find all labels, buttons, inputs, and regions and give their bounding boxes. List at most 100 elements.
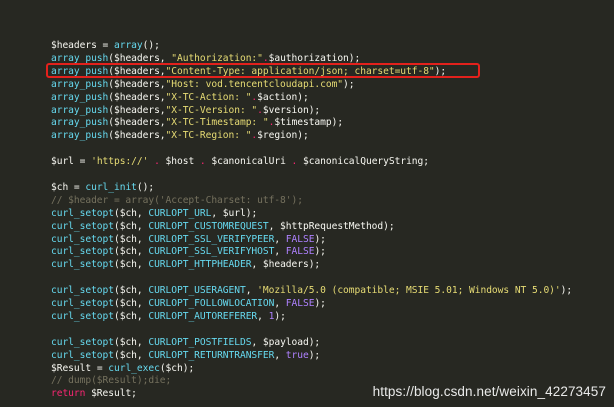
code-token: $region); xyxy=(257,130,309,142)
code-token: // dump($Result);die; xyxy=(51,375,172,387)
code-token: , $headers); xyxy=(251,259,321,271)
code-token: ); xyxy=(274,310,286,322)
code-token: , xyxy=(274,246,286,258)
code-line: array_push($headers,"X-TC-Action: ".$act… xyxy=(51,91,309,104)
highlight-annotation-box xyxy=(46,62,480,78)
code-line: curl_setopt($ch, CURLOPT_SSL_VERIFYHOST,… xyxy=(51,245,326,258)
code-token: CURLOPT_CUSTOMREQUEST xyxy=(148,220,269,232)
code-token: $url xyxy=(51,156,74,168)
code-line: array_push($headers,"Host: vod.tencentcl… xyxy=(51,78,355,91)
code-token: ($ch, xyxy=(114,285,149,297)
code-token: ($ch, xyxy=(114,336,149,348)
code-line: curl_setopt($ch, CURLOPT_RETURNTRANSFER,… xyxy=(51,349,320,362)
code-token: CURLOPT_POSTFIELDS xyxy=(148,336,252,348)
code-token: CURLOPT_AUTOREFERER xyxy=(148,310,258,322)
code-token: , $url); xyxy=(211,207,258,219)
code-token: CURLOPT_SSL_VERIFYHOST xyxy=(148,246,275,258)
code-token: ($headers, xyxy=(108,78,166,90)
code-token: return xyxy=(51,388,86,400)
code-token: , xyxy=(274,298,286,309)
code-token: array_push xyxy=(51,130,109,142)
code-editor[interactable]: $headers = array(); array_push($headers, … xyxy=(0,0,614,407)
code-token: ($ch, xyxy=(114,259,149,271)
code-token: "Host: vod.tencentcloudapi.com" xyxy=(165,78,344,90)
code-token: , xyxy=(245,285,258,297)
code-token: "X-TC-Version: " xyxy=(165,104,258,116)
code-line: curl_setopt($ch, CURLOPT_HTTPHEADER, $he… xyxy=(51,258,320,271)
code-token: curl_setopt xyxy=(51,285,114,297)
code-token: . xyxy=(194,156,212,168)
code-token: // $header = array('Accept-Charset: utf-… xyxy=(51,194,303,206)
code-token: ($headers, xyxy=(108,130,166,142)
code-token: ($ch); xyxy=(159,362,195,374)
code-token: $action); xyxy=(257,91,309,103)
code-token: , xyxy=(274,349,286,361)
code-token: , $httpRequestMethod); xyxy=(268,220,395,232)
code-token: ($ch, xyxy=(114,298,149,309)
code-token: "X-TC-Timestamp: " xyxy=(165,117,269,129)
code-token: = xyxy=(91,362,109,374)
code-token: CURLOPT_HTTPHEADER xyxy=(148,259,252,271)
code-token: CURLOPT_USERAGENT xyxy=(148,285,246,297)
code-token: ($ch, xyxy=(114,220,149,232)
code-line: $headers = array(); xyxy=(51,39,160,52)
code-token: $timestamp); xyxy=(274,117,344,129)
code-token: ($ch, xyxy=(114,246,149,258)
code-token: FALSE xyxy=(285,233,315,245)
code-line: curl_setopt($ch, CURLOPT_AUTOREFERER, 1)… xyxy=(51,310,286,323)
code-token: curl_exec xyxy=(108,362,160,374)
code-line: // $header = array('Accept-Charset: utf-… xyxy=(51,194,303,207)
code-token: ); xyxy=(314,233,326,245)
code-token: $headers xyxy=(51,40,97,51)
code-token: $canonicalQueryString; xyxy=(303,156,429,168)
code-line: curl_setopt($ch, CURLOPT_POSTFIELDS, $pa… xyxy=(51,336,320,349)
code-token: CURLOPT_URL xyxy=(148,207,212,219)
code-token: , xyxy=(274,233,286,245)
code-token: ); xyxy=(343,78,355,90)
code-token: $canonicalUri xyxy=(211,156,286,168)
code-token: ); xyxy=(308,349,321,361)
code-token: , xyxy=(257,310,269,322)
code-line: return $Result; xyxy=(51,387,137,400)
code-token: CURLOPT_RETURNTRANSFER xyxy=(148,349,275,361)
code-token: ($headers, xyxy=(108,104,166,116)
code-token: ($ch, xyxy=(114,349,149,361)
code-token: array_push xyxy=(51,104,109,116)
code-token: 'https://' xyxy=(91,156,149,168)
code-token: CURLOPT_SSL_VERIFYPEER xyxy=(148,233,275,245)
code-token: (); xyxy=(136,181,155,193)
code-token: curl_init xyxy=(85,181,137,193)
code-token: = xyxy=(73,156,92,168)
code-token: curl_setopt xyxy=(51,310,114,322)
code-line: $url = 'https://' . $host . $canonicalUr… xyxy=(51,155,429,168)
code-token: . xyxy=(285,156,303,168)
code-token: array_push xyxy=(51,117,109,129)
code-token: curl_setopt xyxy=(51,220,114,232)
code-line: $Result = curl_exec($ch); xyxy=(51,362,194,375)
code-token: array_push xyxy=(51,91,109,103)
watermark-url: https://blog.csdn.net/weixin_42273457 xyxy=(372,384,606,399)
code-token: curl_setopt xyxy=(51,349,114,361)
code-line: $ch = curl_init(); xyxy=(51,181,154,194)
code-line: curl_setopt($ch, CURLOPT_URL, $url); xyxy=(51,207,257,220)
code-line: array_push($headers,"X-TC-Version: ".$ve… xyxy=(51,104,320,117)
code-token: . xyxy=(148,156,166,168)
code-token: array_push xyxy=(51,78,109,90)
code-token: $host xyxy=(165,156,195,168)
code-token: ); xyxy=(560,285,573,297)
code-token: array xyxy=(114,40,143,51)
editor-gutter xyxy=(0,0,40,407)
code-token: curl_setopt xyxy=(51,259,114,271)
code-token: curl_setopt xyxy=(51,336,114,348)
code-token: = xyxy=(68,181,86,193)
code-token: 'Mozilla/5.0 (compatible; MSIE 5.01; Win… xyxy=(257,285,561,297)
code-token: curl_setopt xyxy=(51,298,114,309)
code-token: $version); xyxy=(262,104,321,116)
code-token: , $payload); xyxy=(251,336,321,348)
code-token: = xyxy=(96,40,114,51)
code-token: ($ch, xyxy=(114,233,149,245)
code-token: "X-TC-Region: " xyxy=(165,130,252,142)
code-token: $Result; xyxy=(85,388,137,400)
code-token: curl_setopt xyxy=(51,233,114,245)
code-token: ($headers, xyxy=(108,91,166,103)
